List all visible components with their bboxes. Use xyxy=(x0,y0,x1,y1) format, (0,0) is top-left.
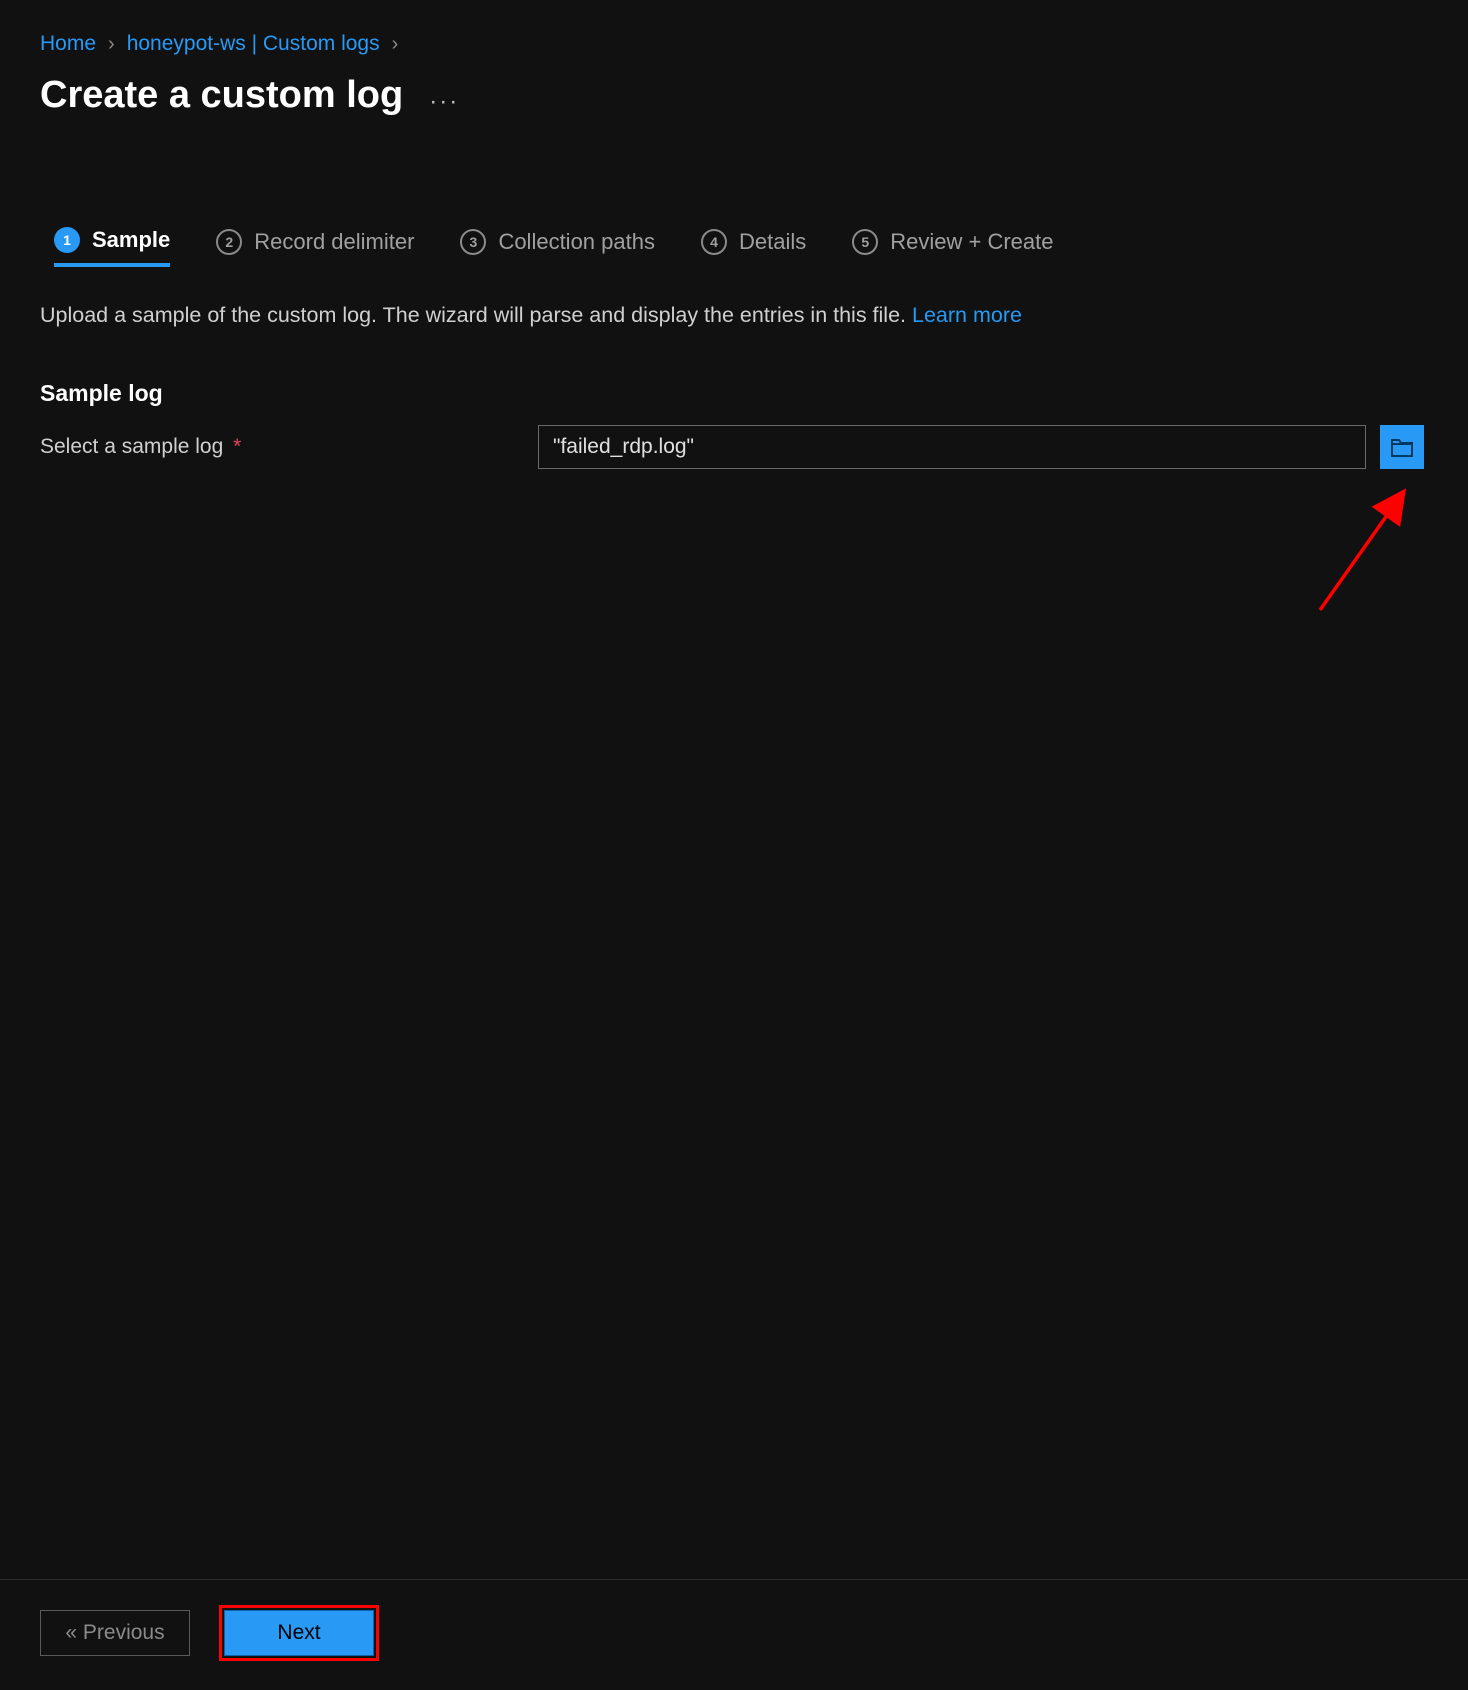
more-actions-button[interactable]: ··· xyxy=(429,88,459,116)
field-label-text: Select a sample log xyxy=(40,435,223,458)
step-label: Sample xyxy=(92,227,170,253)
annotation-arrow-icon xyxy=(1310,480,1430,620)
section-heading: Sample log xyxy=(40,380,1428,407)
desc-text: Upload a sample of the custom log. The w… xyxy=(40,303,906,327)
step-details[interactable]: 4 Details xyxy=(701,229,806,265)
chevron-right-icon: › xyxy=(392,33,399,56)
step-collection-paths[interactable]: 3 Collection paths xyxy=(460,229,655,265)
step-record-delimiter[interactable]: 2 Record delimiter xyxy=(216,229,414,265)
step-sample[interactable]: 1 Sample xyxy=(54,227,170,267)
breadcrumb-workspace[interactable]: honeypot-ws | Custom logs xyxy=(127,32,380,56)
learn-more-link[interactable]: Learn more xyxy=(912,303,1022,327)
folder-icon xyxy=(1390,436,1414,458)
step-label: Record delimiter xyxy=(254,229,414,255)
wizard-steps: 1 Sample 2 Record delimiter 3 Collection… xyxy=(40,227,1428,267)
step-description: Upload a sample of the custom log. The w… xyxy=(40,303,1428,328)
page-title: Create a custom log xyxy=(40,74,403,117)
step-number-badge: 4 xyxy=(701,229,727,255)
step-label: Collection paths xyxy=(498,229,655,255)
step-number-badge: 3 xyxy=(460,229,486,255)
breadcrumb-home[interactable]: Home xyxy=(40,32,96,56)
step-number-badge: 5 xyxy=(852,229,878,255)
wizard-footer: « Previous Next xyxy=(0,1579,1468,1690)
step-number-badge: 1 xyxy=(54,227,80,253)
field-label-sample-log: Select a sample log * xyxy=(40,435,538,459)
step-number-badge: 2 xyxy=(216,229,242,255)
previous-button[interactable]: « Previous xyxy=(40,1610,190,1656)
breadcrumb: Home › honeypot-ws | Custom logs › xyxy=(40,32,1428,56)
required-asterisk: * xyxy=(233,435,241,458)
sample-log-input[interactable] xyxy=(538,425,1366,469)
step-review-create[interactable]: 5 Review + Create xyxy=(852,229,1053,265)
next-button[interactable]: Next xyxy=(224,1610,374,1656)
step-label: Review + Create xyxy=(890,229,1053,255)
browse-file-button[interactable] xyxy=(1380,425,1424,469)
chevron-right-icon: › xyxy=(108,33,115,56)
step-label: Details xyxy=(739,229,806,255)
